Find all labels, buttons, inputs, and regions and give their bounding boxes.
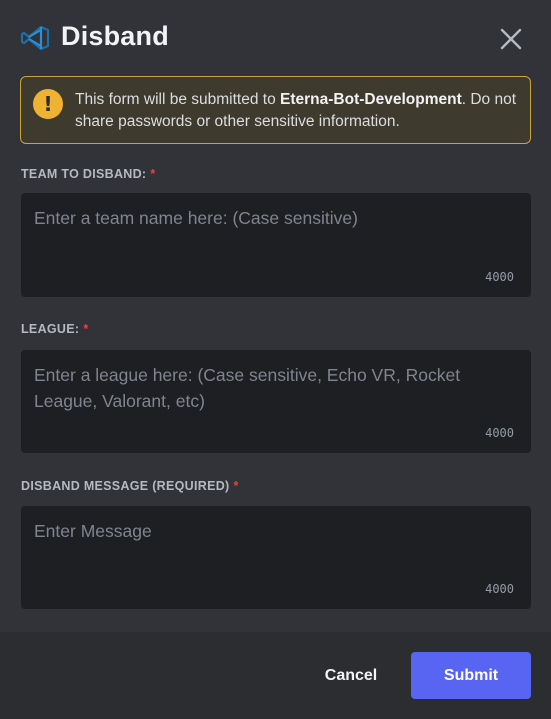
warning-text-before: This form will be submitted to (75, 91, 281, 108)
required-marker: * (150, 167, 156, 181)
required-marker: * (83, 322, 89, 336)
league-field-label: LEAGUE: * (21, 322, 89, 336)
cancel-button[interactable]: Cancel (307, 652, 395, 699)
submit-button[interactable]: Submit (411, 652, 531, 699)
modal-footer: Cancel Submit (0, 632, 551, 719)
warning-server-name: Eterna-Bot-Development (280, 91, 462, 108)
league-label-text: LEAGUE: (21, 322, 80, 336)
message-field-label: DISBAND MESSAGE (REQUIRED) * (21, 479, 239, 493)
league-placeholder: Enter a league here: (Case sensitive, Ec… (34, 365, 461, 411)
vscode-like-logo-icon (20, 25, 50, 51)
team-field-label: TEAM TO DISBAND: * (21, 167, 156, 181)
modal-header: Disband (0, 0, 551, 76)
team-name-placeholder: Enter a team name here: (Case sensitive) (34, 208, 358, 228)
close-icon[interactable] (497, 25, 525, 53)
required-marker: * (233, 479, 239, 493)
char-counter: 4000 (485, 582, 514, 596)
disband-message-input[interactable]: Enter Message 4000 (21, 506, 531, 609)
message-label-text: DISBAND MESSAGE (REQUIRED) (21, 479, 230, 493)
league-input[interactable]: Enter a league here: (Case sensitive, Ec… (21, 350, 531, 453)
team-name-input[interactable]: Enter a team name here: (Case sensitive)… (21, 193, 531, 297)
team-label-text: TEAM TO DISBAND: (21, 167, 147, 181)
exclamation-icon: ! (33, 89, 63, 119)
message-placeholder: Enter Message (34, 521, 152, 541)
modal-dialog: Disband ! This form will be submitted to… (0, 0, 551, 719)
modal-title: Disband (61, 21, 169, 51)
char-counter: 4000 (485, 426, 514, 440)
char-counter: 4000 (485, 270, 514, 284)
warning-banner: ! This form will be submitted to Eterna-… (20, 76, 531, 144)
warning-text: This form will be submitted to Eterna-Bo… (75, 89, 525, 133)
